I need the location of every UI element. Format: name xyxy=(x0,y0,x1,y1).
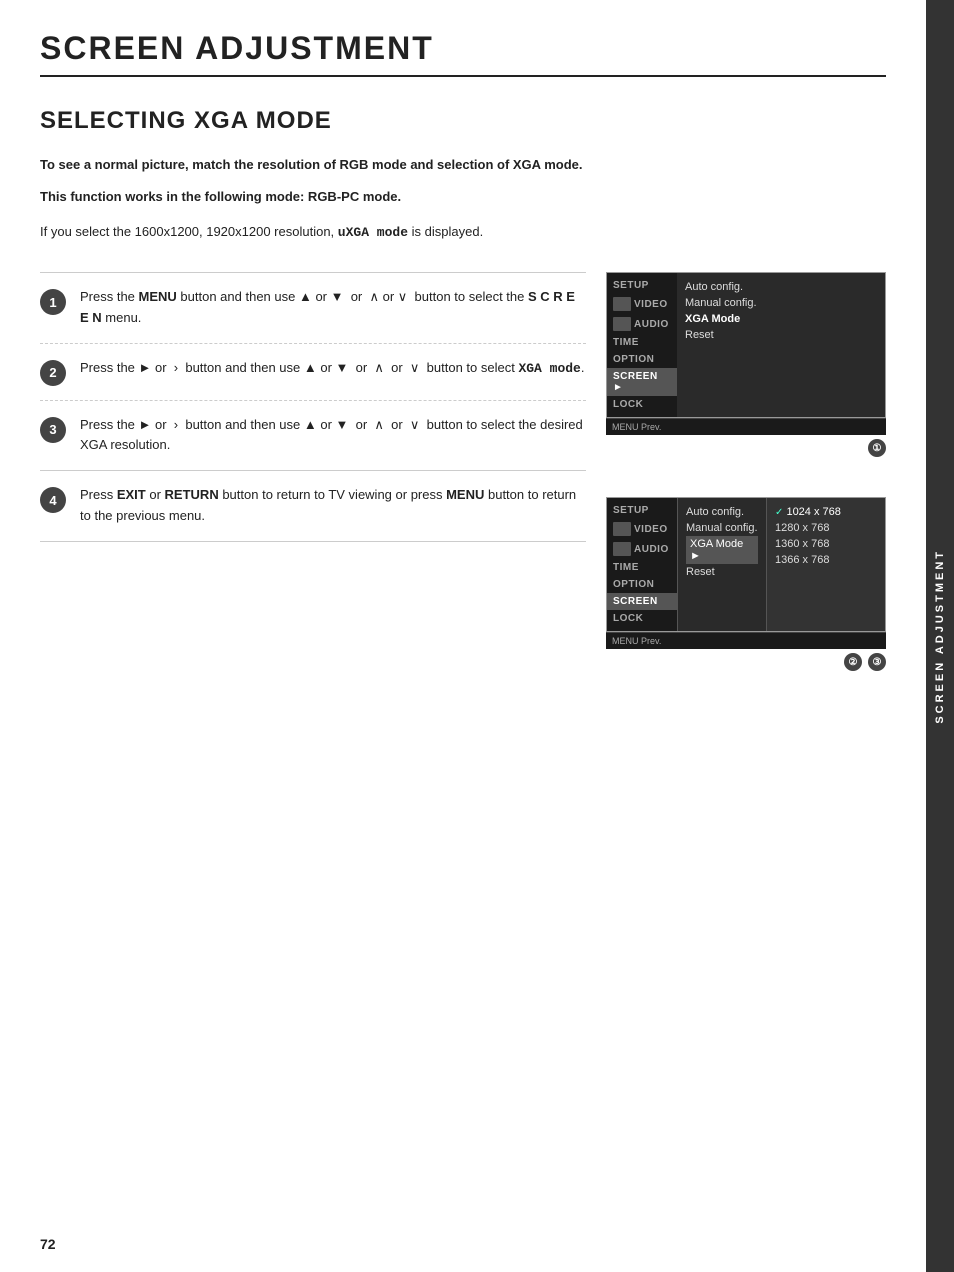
menu2-right-col: ✓ 1024 x 768 1280 x 768 1360 x 768 1366 … xyxy=(767,498,885,631)
sidebar: SCREEN ADJUSTMENT xyxy=(926,0,954,1272)
sidebar-label: SCREEN ADJUSTMENT xyxy=(934,549,946,724)
steps-left: 1 Press the MENU button and then use ▲ o… xyxy=(40,272,586,681)
menu-right-autoconfig-1[interactable]: Auto config. xyxy=(685,279,877,295)
step-indicator-23: ② ③ xyxy=(606,653,886,671)
menu2-audio[interactable]: AUDIO xyxy=(607,539,677,559)
intro-note: This function works in the following mod… xyxy=(40,189,886,204)
uxga-text: uXGA mode xyxy=(338,225,408,240)
video-thumb-2 xyxy=(613,522,631,536)
menu2-mid-autoconfig[interactable]: Auto config. xyxy=(686,504,758,520)
menu-item-audio-1[interactable]: AUDIO xyxy=(607,314,677,334)
audio-thumb-1 xyxy=(613,317,631,331)
menu2-mid-xgamode[interactable]: XGA Mode ► xyxy=(686,536,758,564)
menu2-res-1024[interactable]: ✓ 1024 x 768 xyxy=(775,504,877,520)
menu-right-xgamode-1[interactable]: XGA Mode xyxy=(685,311,877,327)
menu-box-1: SETUP VIDEO AUDIO TIME OPTION SCREEN ► L… xyxy=(606,272,886,418)
menu2-left-col: SETUP VIDEO AUDIO TIME OPTION SCREEN LOC… xyxy=(607,498,677,631)
page-title: SCREEN ADJUSTMENT xyxy=(40,30,886,77)
step-4-row: 4 Press EXIT or RETURN button to return … xyxy=(40,470,586,542)
menu2-screen[interactable]: SCREEN xyxy=(607,593,677,610)
menu2-option[interactable]: OPTION xyxy=(607,576,677,593)
step-3-text: Press the ► or › button and then use ▲ o… xyxy=(80,415,586,457)
main-content: SCREEN ADJUSTMENT SELECTING XGA MODE To … xyxy=(0,0,926,721)
menu-footer-1: MENU Prev. xyxy=(606,418,886,435)
menu-screenshot-2: SETUP VIDEO AUDIO TIME OPTION SCREEN LOC… xyxy=(606,497,886,671)
menu-right-reset-1[interactable]: Reset xyxy=(685,327,877,343)
step-ind-3: ③ xyxy=(868,653,886,671)
intro-prefix: If you select the 1600x1200, 1920x1200 r… xyxy=(40,224,334,239)
menu2-res-1280[interactable]: 1280 x 768 xyxy=(775,520,877,536)
step-3-circle: 3 xyxy=(40,417,66,443)
step-2-circle: 2 xyxy=(40,360,66,386)
menu-right-col-1: Auto config. Manual config. XGA Mode Res… xyxy=(677,273,885,417)
menu2-mid-reset[interactable]: Reset xyxy=(686,564,758,580)
menu2-middle-col: Auto config. Manual config. XGA Mode ► R… xyxy=(677,498,767,631)
menu-item-option-1[interactable]: OPTION xyxy=(607,351,677,368)
step-2-text: Press the ► or › button and then use ▲ o… xyxy=(80,358,586,380)
menu-box-2: SETUP VIDEO AUDIO TIME OPTION SCREEN LOC… xyxy=(606,497,886,632)
menu-item-video-1[interactable]: VIDEO xyxy=(607,294,677,314)
menu-item-lock-1[interactable]: LOCK xyxy=(607,396,677,413)
step-4-text: Press EXIT or RETURN button to return to… xyxy=(80,485,586,527)
menu-screenshot-1: SETUP VIDEO AUDIO TIME OPTION SCREEN ► L… xyxy=(606,272,886,457)
steps-container: 1 Press the MENU button and then use ▲ o… xyxy=(40,272,886,681)
page-number: 72 xyxy=(40,1236,56,1252)
menu-left-col-1: SETUP VIDEO AUDIO TIME OPTION SCREEN ► L… xyxy=(607,273,677,417)
menu2-lock[interactable]: LOCK xyxy=(607,610,677,627)
step-1-row: 1 Press the MENU button and then use ▲ o… xyxy=(40,272,586,343)
step-1-circle: 1 xyxy=(40,289,66,315)
step-indicator-1: ① xyxy=(606,439,886,457)
menu2-video[interactable]: VIDEO xyxy=(607,519,677,539)
menu2-mid-manualconfig[interactable]: Manual config. xyxy=(686,520,758,536)
step-ind-1: ① xyxy=(868,439,886,457)
menu2-res-1366[interactable]: 1366 x 768 xyxy=(775,552,877,568)
menu-right-manualconfig-1[interactable]: Manual config. xyxy=(685,295,877,311)
steps-right: SETUP VIDEO AUDIO TIME OPTION SCREEN ► L… xyxy=(606,272,886,681)
step-1-text: Press the MENU button and then use ▲ or … xyxy=(80,287,586,329)
video-thumb-1 xyxy=(613,297,631,311)
menu-item-screen-1[interactable]: SCREEN ► xyxy=(607,368,677,396)
menu2-res-1360[interactable]: 1360 x 768 xyxy=(775,536,877,552)
menu2-time[interactable]: TIME xyxy=(607,559,677,576)
intro-bold: To see a normal picture, match the resol… xyxy=(40,155,886,175)
intro-suffix: is displayed. xyxy=(412,224,484,239)
menu2-setup[interactable]: SETUP xyxy=(607,502,677,519)
menu-footer-2: MENU Prev. xyxy=(606,632,886,649)
step-2-row: 2 Press the ► or › button and then use ▲… xyxy=(40,343,586,400)
step-ind-2: ② xyxy=(844,653,862,671)
step-4-circle: 4 xyxy=(40,487,66,513)
section-title: SELECTING XGA MODE xyxy=(40,107,886,135)
menu-item-time-1[interactable]: TIME xyxy=(607,334,677,351)
intro-normal: If you select the 1600x1200, 1920x1200 r… xyxy=(40,222,886,243)
step-3-row: 3 Press the ► or › button and then use ▲… xyxy=(40,400,586,471)
audio-thumb-2 xyxy=(613,542,631,556)
menu-item-setup-1[interactable]: SETUP xyxy=(607,277,677,294)
